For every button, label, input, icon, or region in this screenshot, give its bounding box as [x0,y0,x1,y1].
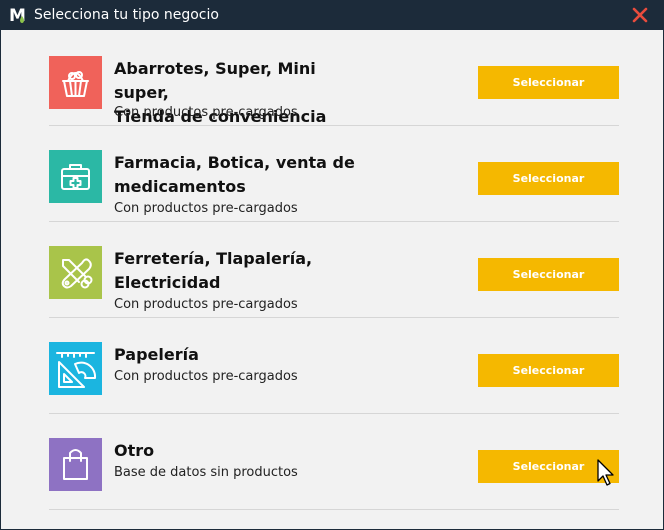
category-subtitle: Con productos pre-cargados [114,105,298,120]
shopping-bag-icon [49,438,102,491]
category-row-papeleria: Papelería Con productos pre-cargados Sel… [49,318,619,414]
window-title: Selecciona tu tipo negocio [34,7,219,23]
row-divider [49,509,619,510]
category-title: Farmacia, Botica, venta de medicamentos [114,153,355,196]
category-row-abarrotes: Abarrotes, Super, Mini super, Tienda de … [49,30,619,126]
category-subtitle: Base de datos sin productos [114,465,298,480]
category-row-ferreteria: Ferretería, Tlapalería, Electricidad Con… [49,222,619,318]
category-row-otro: Otro Base de datos sin productos Selecci… [49,414,619,510]
select-button-farmacia[interactable]: Seleccionar [478,162,619,195]
mouse-pointer-icon [597,459,614,486]
app-logo-icon: M [9,6,26,24]
business-type-dialog: M Selecciona tu tipo negocio Abarrotes, … [0,0,664,530]
grocery-basket-icon [49,56,102,109]
close-icon[interactable] [631,6,649,24]
category-title: Otro [114,441,155,460]
select-button-papeleria[interactable]: Seleccionar [478,354,619,387]
category-title: Papelería [114,345,199,364]
select-button-ferreteria[interactable]: Seleccionar [478,258,619,291]
category-title: Ferretería, Tlapalería, Electricidad [114,249,313,292]
category-subtitle: Con productos pre-cargados [114,297,298,312]
ruler-protractor-icon [49,342,102,395]
wrench-pliers-icon [49,246,102,299]
title-bar[interactable]: M Selecciona tu tipo negocio [1,1,663,30]
category-row-farmacia: Farmacia, Botica, venta de medicamentos … [49,126,619,222]
category-subtitle: Con productos pre-cargados [114,369,298,384]
category-subtitle: Con productos pre-cargados [114,201,298,216]
first-aid-kit-icon [49,150,102,203]
select-button-abarrotes[interactable]: Seleccionar [478,66,619,99]
